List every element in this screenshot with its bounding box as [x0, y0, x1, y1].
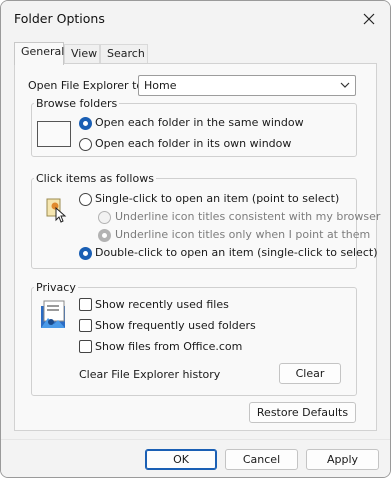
clear-history-label: Clear File Explorer history	[79, 368, 221, 381]
open-explorer-label: Open File Explorer to:	[28, 79, 147, 92]
dialog-footer: OK Cancel Apply	[1, 439, 390, 477]
folder-options-dialog: Folder Options General View Search Open …	[0, 0, 391, 478]
frequent-folders-label[interactable]: Show frequently used folders	[95, 319, 256, 332]
apply-button[interactable]: Apply	[306, 449, 379, 470]
general-tab-panel: Open File Explorer to: Home Browse folde…	[14, 63, 381, 431]
underline-point-radio[interactable]	[98, 229, 111, 242]
single-click-label[interactable]: Single-click to open an item (point to s…	[95, 192, 339, 205]
same-window-radio[interactable]	[79, 117, 92, 130]
window-title: Folder Options	[14, 11, 105, 26]
recent-files-label[interactable]: Show recently used files	[95, 298, 229, 311]
office-files-label[interactable]: Show files from Office.com	[95, 340, 242, 353]
underline-browser-label: Underline icon titles consistent with my…	[115, 210, 381, 223]
open-explorer-dropdown[interactable]: Home	[138, 75, 356, 96]
click-items-legend: Click items as follows	[36, 172, 154, 185]
underline-point-label: Underline icon titles only when I point …	[115, 228, 371, 241]
privacy-legend: Privacy	[36, 281, 76, 294]
click-cursor-icon	[46, 198, 67, 223]
restore-defaults-button[interactable]: Restore Defaults	[249, 402, 356, 423]
browse-folders-icon	[37, 121, 71, 147]
single-click-radio[interactable]	[79, 193, 92, 206]
chevron-down-icon	[340, 82, 350, 88]
frequent-folders-checkbox[interactable]	[79, 319, 92, 332]
office-files-checkbox[interactable]	[79, 340, 92, 353]
clear-history-button[interactable]: Clear	[279, 363, 341, 384]
tab-general[interactable]: General	[14, 42, 64, 65]
same-window-label[interactable]: Open each folder in the same window	[95, 116, 304, 129]
tab-view[interactable]: View	[64, 44, 100, 64]
cancel-button[interactable]: Cancel	[225, 449, 298, 470]
title-bar: Folder Options	[1, 1, 390, 37]
browse-folders-legend: Browse folders	[36, 97, 118, 110]
double-click-label[interactable]: Double-click to open an item (single-cli…	[95, 246, 377, 259]
double-click-radio[interactable]	[79, 247, 92, 260]
privacy-files-icon	[41, 300, 65, 328]
ok-button[interactable]: OK	[145, 449, 217, 470]
own-window-label[interactable]: Open each folder in its own window	[95, 137, 291, 150]
own-window-radio[interactable]	[79, 138, 92, 151]
open-explorer-value: Home	[144, 79, 177, 92]
underline-browser-radio[interactable]	[98, 211, 111, 224]
close-button[interactable]	[356, 7, 382, 31]
tab-search[interactable]: Search	[100, 44, 148, 64]
recent-files-checkbox[interactable]	[79, 298, 92, 311]
close-icon	[363, 13, 375, 25]
